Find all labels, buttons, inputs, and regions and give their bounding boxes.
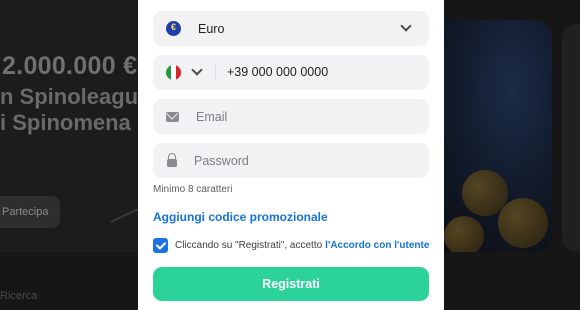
password-hint: Minimo 8 caratteri <box>153 184 233 195</box>
email-placeholder: Email <box>196 109 228 124</box>
background-side-card <box>562 24 580 252</box>
terms-text: Cliccando su "Registrati", accetto <box>175 240 323 251</box>
register-button[interactable]: Registrati <box>153 267 429 301</box>
background-prize-text: 2.000.000 € <box>2 52 138 80</box>
phone-input[interactable]: +39 000 000 0000 <box>227 65 328 79</box>
euro-flag-icon <box>166 21 181 36</box>
background-join-button: Partecipa <box>0 196 60 228</box>
chevron-down-icon <box>400 20 412 32</box>
background-search-label: Ricerca <box>0 290 38 302</box>
add-promo-code-link[interactable]: Aggiungi codice promozionale <box>153 210 328 224</box>
terms-agreement: Cliccando su "Registrati", accetto l'Acc… <box>153 238 429 253</box>
phone-field[interactable]: +39 000 000 0000 <box>153 55 429 90</box>
email-field[interactable]: Email <box>153 99 429 134</box>
terms-checkbox[interactable] <box>153 238 168 253</box>
divider <box>215 64 216 81</box>
password-placeholder: Password <box>194 153 249 168</box>
currency-value: Euro <box>198 21 225 36</box>
coin-image <box>444 216 484 252</box>
user-agreement-link[interactable]: l'Accordo con l'utente <box>325 240 429 251</box>
background-title-line-2: i Spinomena <box>0 110 131 135</box>
chevron-down-icon[interactable] <box>191 64 203 76</box>
password-field[interactable]: Password <box>153 143 429 178</box>
coin-image <box>498 198 548 248</box>
mail-icon <box>166 111 179 122</box>
currency-select[interactable]: Euro <box>153 11 429 46</box>
lock-icon <box>167 152 177 167</box>
page: 2.000.000 € n Spinoleague i Spinomena Pa… <box>0 0 580 310</box>
registration-modal: Euro +39 000 000 0000 Email Password Min… <box>138 0 444 310</box>
italy-flag-icon[interactable] <box>166 65 181 80</box>
background-title-line-1: n Spinoleague <box>0 84 151 109</box>
